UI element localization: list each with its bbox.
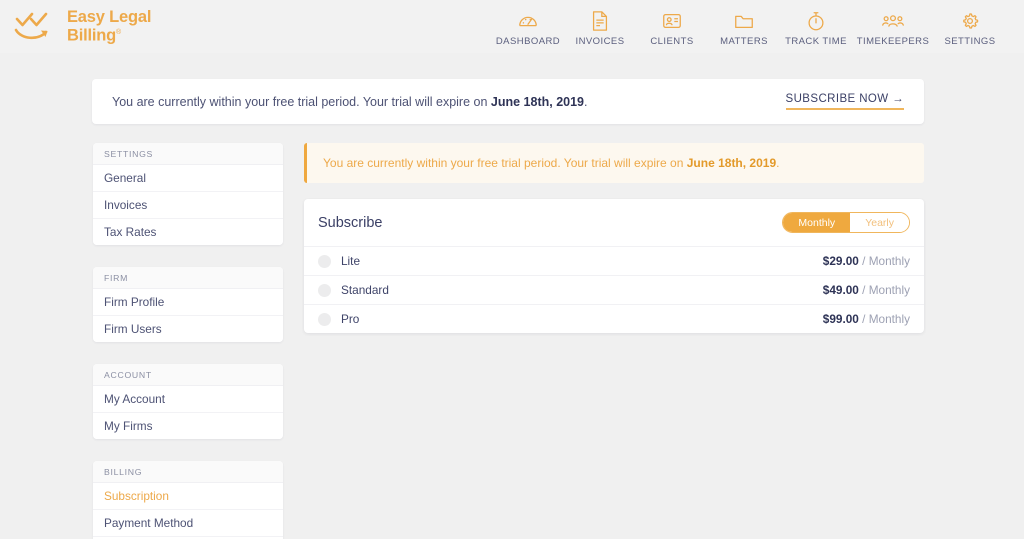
- sidebar-item-my-account[interactable]: My Account: [93, 386, 283, 413]
- trial-banner-text: You are currently within your free trial…: [112, 95, 588, 109]
- sidebar-item-firm-users[interactable]: Firm Users: [93, 316, 283, 342]
- settings-sidebar: SETTINGS General Invoices Tax Rates FIRM…: [93, 143, 283, 539]
- billing-period-monthly[interactable]: Monthly: [783, 213, 851, 232]
- plan-radio-standard[interactable]: [318, 283, 331, 297]
- trial-alert-date: June 18th, 2019: [686, 156, 777, 170]
- stopwatch-icon: [805, 9, 827, 33]
- subscribe-card: Subscribe Monthly Yearly Lite $29.00 / M…: [304, 199, 924, 333]
- nav-item-clients[interactable]: CLIENTS: [636, 7, 708, 47]
- gear-icon: [959, 9, 981, 33]
- sidebar-item-subscription[interactable]: Subscription: [93, 483, 283, 510]
- plan-row-lite[interactable]: Lite $29.00 / Monthly: [304, 247, 924, 276]
- sidebar-group-firm: FIRM Firm Profile Firm Users: [93, 267, 283, 342]
- plan-price-amount-pro: $99.00: [822, 312, 859, 326]
- trial-alert-text-after: .: [776, 156, 780, 170]
- nav-item-dashboard[interactable]: DASHBOARD: [492, 7, 564, 47]
- subscribe-now-link[interactable]: SUBSCRIBE NOW →: [785, 93, 904, 110]
- plan-price-period-lite: / Monthly: [858, 254, 910, 268]
- nav-label-clients: CLIENTS: [650, 35, 694, 47]
- people-icon: [881, 9, 905, 33]
- plan-radio-lite[interactable]: [318, 254, 331, 268]
- sidebar-group-title-billing: BILLING: [93, 461, 283, 483]
- plan-price-amount-lite: $29.00: [822, 254, 859, 268]
- nav-label-invoices: INVOICES: [575, 35, 625, 47]
- app-page: Easy Legal Billing® DASHBOARD INVOICES C…: [0, 0, 1024, 539]
- sidebar-group-title-firm: FIRM: [93, 267, 283, 289]
- plan-price-period-pro: / Monthly: [858, 312, 910, 326]
- nav-label-matters: MATTERS: [720, 35, 768, 47]
- main-content: You are currently within your free trial…: [304, 143, 924, 333]
- main-navigation: DASHBOARD INVOICES CLIENTS MATTERS TRACK…: [492, 7, 1006, 47]
- trial-banner-text-before: You are currently within your free trial…: [112, 94, 491, 109]
- brand-logo[interactable]: Easy Legal Billing®: [14, 9, 151, 45]
- trial-banner: You are currently within your free trial…: [92, 79, 924, 124]
- folder-icon: [733, 9, 755, 33]
- nav-label-settings: SETTINGS: [944, 35, 996, 47]
- plan-price-amount-standard: $49.00: [822, 283, 859, 297]
- plan-name-lite: Lite: [341, 254, 361, 268]
- brand-trademark: ®: [116, 29, 121, 37]
- nav-item-track-time[interactable]: TRACK TIME: [780, 7, 852, 47]
- app-header: Easy Legal Billing® DASHBOARD INVOICES C…: [0, 0, 1024, 53]
- trial-banner-date: June 18th, 2019: [490, 94, 585, 109]
- plan-row-standard[interactable]: Standard $49.00 / Monthly: [304, 276, 924, 305]
- brand-line-1: Easy Legal: [67, 7, 152, 26]
- nav-label-dashboard: DASHBOARD: [495, 35, 561, 47]
- plan-price-pro: $99.00 / Monthly: [823, 312, 910, 326]
- plan-radio-pro[interactable]: [318, 312, 331, 326]
- nav-item-invoices[interactable]: INVOICES: [564, 7, 636, 47]
- plan-price-standard: $49.00 / Monthly: [823, 283, 910, 297]
- brand-name: Easy Legal Billing®: [67, 9, 151, 45]
- billing-period-yearly[interactable]: Yearly: [850, 213, 909, 232]
- logo-checkmarks-arrow-icon: [14, 10, 58, 44]
- nav-label-timekeepers: TIMEKEEPERS: [856, 35, 930, 47]
- plan-row-pro[interactable]: Pro $99.00 / Monthly: [304, 305, 924, 333]
- nav-item-timekeepers[interactable]: TIMEKEEPERS: [852, 7, 934, 47]
- plan-price-lite: $29.00 / Monthly: [823, 254, 910, 268]
- sidebar-group-account: ACCOUNT My Account My Firms: [93, 364, 283, 439]
- id-card-icon: [661, 9, 683, 33]
- plan-name-standard: Standard: [341, 283, 389, 297]
- plan-price-period-standard: / Monthly: [858, 283, 910, 297]
- sidebar-item-my-firms[interactable]: My Firms: [93, 413, 283, 439]
- sidebar-item-tax-rates[interactable]: Tax Rates: [93, 219, 283, 245]
- gauge-icon: [517, 9, 539, 33]
- document-icon: [590, 9, 610, 33]
- sidebar-item-general[interactable]: General: [93, 165, 283, 192]
- sidebar-group-settings: SETTINGS General Invoices Tax Rates: [93, 143, 283, 245]
- sidebar-group-title-settings: SETTINGS: [93, 143, 283, 165]
- nav-label-track-time: TRACK TIME: [785, 35, 847, 47]
- sidebar-item-firm-profile[interactable]: Firm Profile: [93, 289, 283, 316]
- sidebar-group-title-account: ACCOUNT: [93, 364, 283, 386]
- brand-line-2: Billing: [67, 26, 117, 45]
- sidebar-group-billing: BILLING Subscription Payment Method Invo…: [93, 461, 283, 539]
- nav-item-settings[interactable]: SETTINGS: [934, 7, 1006, 47]
- trial-alert-text-before: You are currently within your free trial…: [323, 156, 687, 170]
- billing-period-toggle[interactable]: Monthly Yearly: [782, 212, 910, 233]
- trial-alert: You are currently within your free trial…: [304, 143, 924, 183]
- sidebar-item-payment-method[interactable]: Payment Method: [93, 510, 283, 537]
- sidebar-item-invoices[interactable]: Invoices: [93, 192, 283, 219]
- trial-banner-text-after: .: [584, 94, 588, 109]
- subscribe-card-header: Subscribe Monthly Yearly: [304, 199, 924, 247]
- subscribe-card-title: Subscribe: [318, 214, 383, 231]
- plan-name-pro: Pro: [341, 312, 360, 326]
- nav-item-matters[interactable]: MATTERS: [708, 7, 780, 47]
